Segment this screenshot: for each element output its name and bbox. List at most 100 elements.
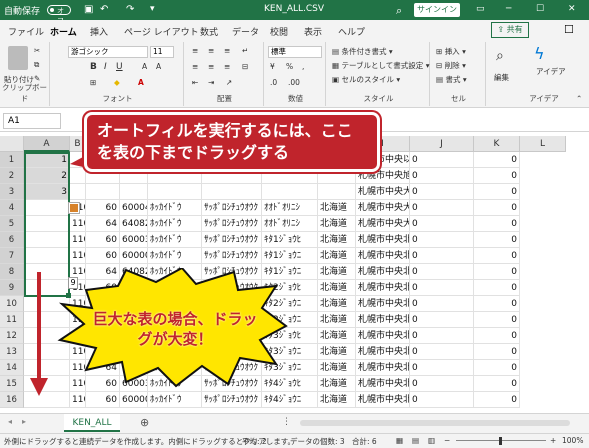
table-cell[interactable] xyxy=(86,184,120,200)
table-cell[interactable]: 北海道 xyxy=(318,200,356,216)
table-cell[interactable]: ｵｵﾄﾞｵﾘﾆｼ xyxy=(262,216,318,232)
comment-icon[interactable]: ☐ xyxy=(564,23,574,36)
table-cell[interactable]: 0 xyxy=(410,376,474,392)
wrap-text-icon[interactable]: ↵ xyxy=(242,46,248,55)
more-tabs-icon[interactable]: ⋮ xyxy=(282,417,291,427)
table-cell[interactable]: 0 xyxy=(410,264,474,280)
row-header[interactable]: 8 xyxy=(0,264,24,280)
tab-formulas[interactable]: 数式 xyxy=(200,25,218,38)
table-cell[interactable]: 0 xyxy=(410,152,474,168)
redo-icon[interactable]: ↷ xyxy=(126,4,134,15)
close-icon[interactable]: ✕ xyxy=(568,4,576,14)
tab-insert[interactable]: 挿入 xyxy=(90,25,108,38)
cell-styles-button[interactable]: ▣ セルのスタイル ▾ xyxy=(332,74,400,85)
column-header-j[interactable]: J xyxy=(410,136,474,152)
table-cell[interactable]: 600031 xyxy=(120,232,148,248)
delete-cells-button[interactable]: ⊟ 削除 ▾ xyxy=(436,60,466,71)
select-all-corner[interactable] xyxy=(0,136,24,152)
add-sheet-icon[interactable]: ⊕ xyxy=(140,416,149,429)
ideas-icon[interactable]: ϟ xyxy=(534,44,545,63)
increase-decimal-icon[interactable]: .0 xyxy=(270,78,277,87)
table-cell[interactable]: 北海道 xyxy=(318,264,356,280)
table-cell[interactable]: ﾎｯｶｲﾄﾞｳ xyxy=(148,200,202,216)
search-icon[interactable]: ⌕ xyxy=(396,4,402,18)
table-cell[interactable]: 64 xyxy=(86,216,120,232)
table-cell[interactable] xyxy=(70,184,86,200)
table-cell[interactable]: ｻｯﾎﾟﾛｼﾁｭｳｵｳｸ xyxy=(202,200,262,216)
table-cell[interactable]: 0 xyxy=(410,184,474,200)
table-cell[interactable]: ｻｯﾎﾟﾛｼﾁｭｳｵｳｸ xyxy=(202,216,262,232)
table-cell[interactable]: 600001 xyxy=(120,248,148,264)
table-cell[interactable]: 0 xyxy=(474,152,520,168)
number-format-select[interactable]: 標準 xyxy=(268,46,322,58)
table-cell[interactable]: 0 xyxy=(474,360,520,376)
table-cell[interactable]: 1101 xyxy=(70,232,86,248)
align-right-icon[interactable]: ≡ xyxy=(224,62,230,71)
column-header-a[interactable]: A xyxy=(24,136,70,152)
table-cell[interactable]: 60 xyxy=(86,232,120,248)
horizontal-scrollbar[interactable] xyxy=(300,420,570,426)
table-cell[interactable]: 0 xyxy=(474,168,520,184)
autofill-options-icon[interactable] xyxy=(68,202,80,214)
table-cell[interactable]: 0 xyxy=(410,216,474,232)
view-layout-icon[interactable]: ▤ xyxy=(412,436,419,445)
table-cell[interactable]: 北海道 xyxy=(318,296,356,312)
row-header[interactable]: 5 xyxy=(0,216,24,232)
table-cell[interactable]: 札幌市中央大通東 xyxy=(356,184,410,200)
table-cell[interactable]: 60 xyxy=(86,392,120,408)
row-header[interactable]: 4 xyxy=(0,200,24,216)
percent-icon[interactable]: % xyxy=(286,62,293,71)
collapse-ribbon-icon[interactable]: ⌃ xyxy=(576,94,582,103)
customize-icon[interactable]: ▾ xyxy=(150,4,155,14)
table-cell[interactable]: ｵｵﾄﾞｵﾘﾆｼ xyxy=(262,200,318,216)
zoom-out-icon[interactable]: − xyxy=(444,436,450,445)
table-cell[interactable]: 0 xyxy=(410,232,474,248)
edit-button[interactable]: 編集 xyxy=(494,72,509,83)
row-header[interactable]: 15 xyxy=(0,376,24,392)
sheet-tab-ken-all[interactable]: KEN_ALL xyxy=(64,414,120,432)
table-cell[interactable]: 0 xyxy=(474,264,520,280)
table-cell[interactable]: 0 xyxy=(474,232,520,248)
column-header-k[interactable]: K xyxy=(474,136,520,152)
tab-page-layout[interactable]: ページ レイアウト xyxy=(124,25,199,38)
table-cell[interactable]: ｷﾀ4ｼﾞｮｳﾆ xyxy=(262,392,318,408)
tab-help[interactable]: ヘルプ xyxy=(338,25,365,38)
italic-button[interactable]: I xyxy=(104,62,107,72)
table-cell[interactable]: 札幌市中央北三条西 xyxy=(356,344,410,360)
align-center-icon[interactable]: ≡ xyxy=(208,62,214,71)
decrease-decimal-icon[interactable]: .00 xyxy=(288,78,300,87)
zoom-in-icon[interactable]: + xyxy=(550,436,556,445)
align-left-icon[interactable]: ≡ xyxy=(192,62,198,71)
table-cell[interactable]: 札幌市中央大通西（2 xyxy=(356,216,410,232)
zoom-slider-thumb[interactable] xyxy=(499,437,502,445)
column-header-l[interactable]: L xyxy=(520,136,566,152)
outdent-icon[interactable]: ⇤ xyxy=(192,78,198,87)
table-cell[interactable]: 0 xyxy=(410,168,474,184)
table-cell[interactable]: 0 xyxy=(474,280,520,296)
table-cell[interactable]: 1101 xyxy=(70,392,86,408)
table-cell[interactable]: 0 xyxy=(474,216,520,232)
insert-cells-button[interactable]: ⊞ 挿入 ▾ xyxy=(436,46,466,57)
table-cell[interactable]: 北海道 xyxy=(318,392,356,408)
table-cell[interactable]: 北海道 xyxy=(318,344,356,360)
font-size-select[interactable]: 11 xyxy=(150,46,174,58)
conditional-format-button[interactable]: ▤ 条件付き書式 ▾ xyxy=(332,46,393,57)
table-cell[interactable]: 札幌市中央北三条西 xyxy=(356,360,410,376)
row-header[interactable]: 10 xyxy=(0,296,24,312)
table-cell[interactable]: 60 xyxy=(86,200,120,216)
autosave-toggle[interactable]: オフ xyxy=(47,5,71,25)
table-cell[interactable]: 60 xyxy=(86,248,120,264)
table-cell[interactable] xyxy=(70,168,86,184)
tab-view[interactable]: 表示 xyxy=(304,25,322,38)
align-top-icon[interactable]: ≡ xyxy=(192,46,198,55)
table-cell[interactable]: 札幌市中央大通西（1 xyxy=(356,200,410,216)
cut-icon[interactable]: ✂ xyxy=(34,46,40,55)
table-cell[interactable]: 北海道 xyxy=(318,216,356,232)
table-cell[interactable]: 北海道 xyxy=(318,232,356,248)
table-cell[interactable]: ｻｯﾎﾟﾛｼﾁｭｳｵｳｸ xyxy=(202,392,262,408)
indent-icon[interactable]: ⇥ xyxy=(208,78,214,87)
format-cells-button[interactable]: ▤ 書式 ▾ xyxy=(436,74,467,85)
table-cell[interactable]: 札幌市中央北二条西 xyxy=(356,312,410,328)
table-cell[interactable]: 0 xyxy=(474,312,520,328)
font-shrink-icon[interactable]: A xyxy=(156,62,161,71)
